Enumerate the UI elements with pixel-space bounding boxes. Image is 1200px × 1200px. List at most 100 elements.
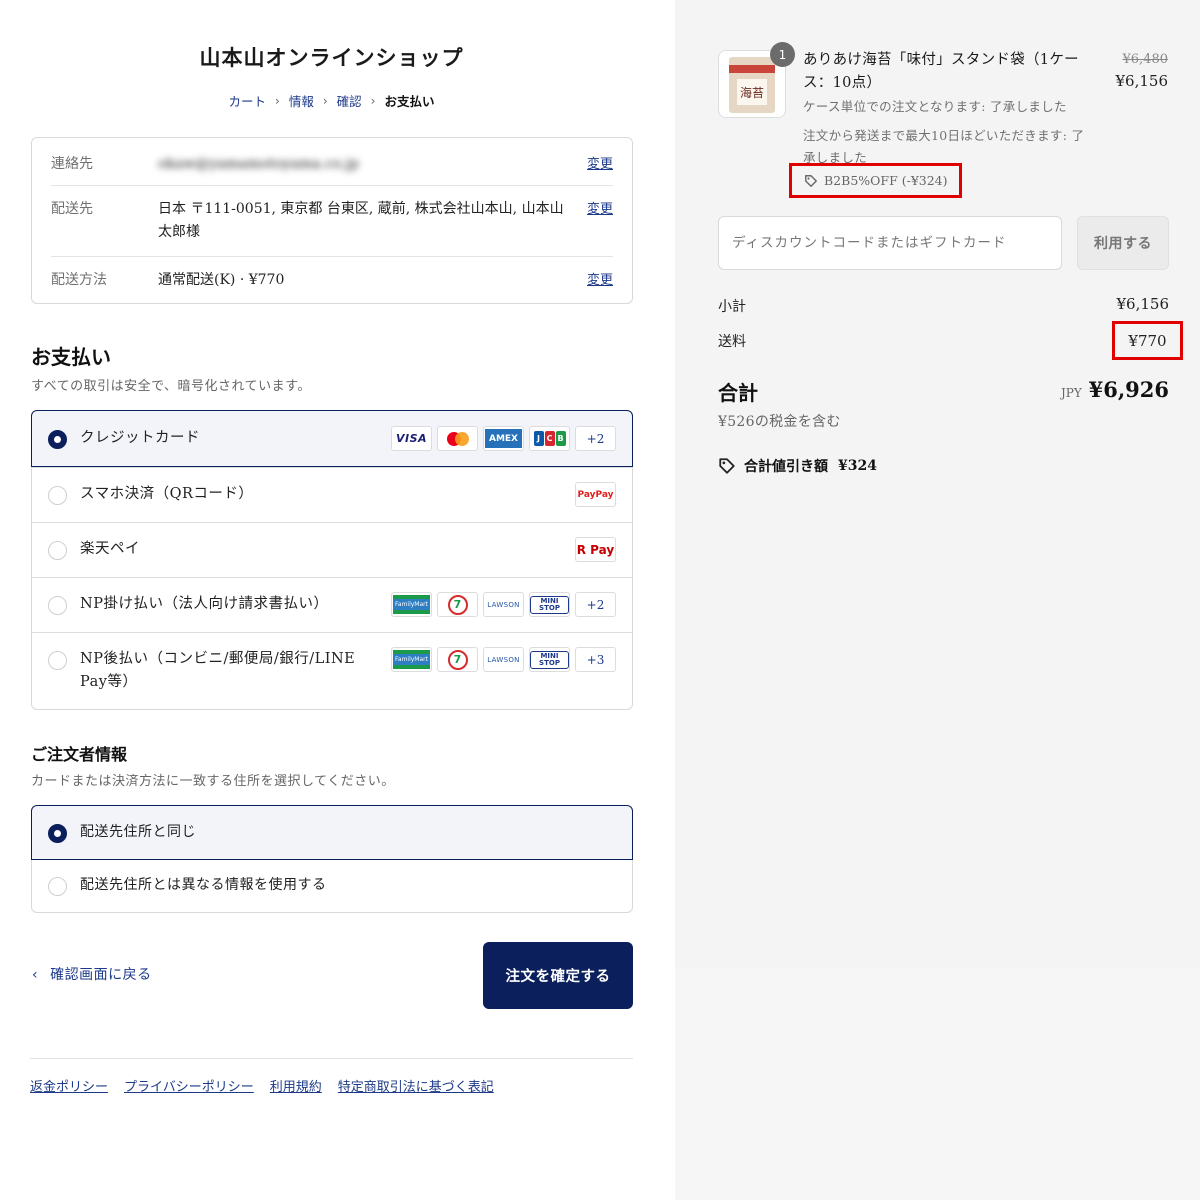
shipping-method-label: 配送方法 (51, 272, 107, 288)
payment-title: お支払い (31, 345, 111, 369)
divider (51, 256, 613, 257)
discount-code-input[interactable] (718, 216, 1062, 270)
breadcrumb-info[interactable]: 情報 (289, 91, 314, 110)
chevron-right-icon: › (370, 93, 376, 108)
rakuten-pay-icon: R Pay (575, 537, 616, 562)
tag-icon (718, 457, 736, 475)
payment-option-credit-card[interactable]: クレジットカード VISA AMEX J C B +2 (31, 410, 633, 467)
familymart-icon: FamilyMart (391, 592, 432, 617)
original-price: ¥6,480 (1122, 52, 1169, 67)
jcb-icon: J C B (529, 426, 570, 451)
payment-label: NP後払い（コンビニ/郵便局/銀行/LINE Pay等） (80, 651, 356, 690)
total-label: 合計 (718, 381, 758, 405)
shop-title: 山本山オンラインショップ (199, 45, 464, 70)
qr-badges: PayPay (575, 482, 616, 507)
total-savings: 合計値引き額 ¥324 (718, 456, 877, 476)
ministop-icon: MINI STOP (529, 592, 570, 617)
radio-np-invoice[interactable] (48, 596, 67, 615)
radio-qr[interactable] (48, 486, 67, 505)
payment-label: スマホ決済（QRコード） (80, 486, 254, 502)
convenience-store-badges: FamilyMart 7 LAWSON MINI STOP +2 (391, 592, 616, 617)
payment-options: クレジットカード VISA AMEX J C B +2 スマホ決済（QRコード）… (31, 410, 633, 710)
radio-different-address[interactable] (48, 877, 67, 896)
shipping-value: ¥770 (1112, 321, 1183, 360)
mastercard-icon (437, 426, 478, 451)
breadcrumb-payment: お支払い (384, 94, 435, 109)
confirm-order-button[interactable]: 注文を確定する (483, 942, 633, 1009)
billing-subtitle: カードまたは決済方法に一致する住所を選択してください。 (31, 774, 395, 789)
breadcrumb: カート › 情報 › 確認 › お支払い (30, 91, 633, 110)
breadcrumb-confirm[interactable]: 確認 (337, 91, 362, 110)
seven-eleven-icon: 7 (437, 592, 478, 617)
savings-label: 合計値引き額 (744, 459, 828, 475)
radio-np-deferred[interactable] (48, 651, 67, 670)
discounted-price: ¥6,156 (1115, 72, 1169, 90)
change-address-link[interactable]: 変更 (587, 198, 613, 217)
tag-icon (804, 174, 818, 188)
shipping-address-value: 日本 〒111-0051, 東京都 台東区, 蔵前, 株式会社山本山, 山本山 … (158, 201, 564, 240)
divider (51, 185, 613, 186)
lawson-icon: LAWSON (483, 647, 524, 672)
payment-subtitle: すべての取引は安全で、暗号化されています。 (31, 379, 311, 394)
billing-option-label: 配送先住所とは異なる情報を使用する (80, 877, 327, 893)
order-summary-panel-bottom (675, 968, 1200, 1200)
product-image: 海苔 (729, 57, 775, 113)
contact-label: 連絡先 (51, 156, 93, 172)
amex-icon: AMEX (483, 426, 524, 451)
contact-value: okaw@yamamotoyama.co.jp (158, 156, 359, 172)
billing-address-options: 配送先住所と同じ 配送先住所とは異なる情報を使用する (31, 805, 633, 913)
rakuten-badges: R Pay (575, 537, 616, 562)
familymart-icon: FamilyMart (391, 647, 432, 672)
applied-discount-tag: B2B5%OFF (-¥324) (789, 163, 962, 198)
chevron-right-icon: › (322, 93, 328, 108)
chevron-left-icon: ‹ (32, 967, 39, 983)
terms-link[interactable]: 利用規約 (270, 1076, 322, 1095)
ministop-icon: MINI STOP (529, 647, 570, 672)
change-method-link[interactable]: 変更 (587, 269, 613, 288)
lawson-icon: LAWSON (483, 592, 524, 617)
shipping-address-label: 配送先 (51, 201, 93, 217)
more-brands-badge: +2 (575, 426, 616, 451)
convenience-store-badges: FamilyMart 7 LAWSON MINI STOP +3 (391, 647, 616, 672)
footer-links: 返金ポリシー プライバシーポリシー 利用規約 特定商取引法に基づく表記 (30, 1076, 494, 1095)
payment-label: NP掛け払い（法人向け請求書払い） (80, 596, 329, 612)
shipping-label: 送料 (718, 334, 746, 350)
tax-note: ¥526の税金を含む (718, 414, 841, 430)
billing-title: ご注文者情報 (31, 745, 128, 764)
payment-option-rakuten-pay[interactable]: 楽天ペイ R Pay (32, 522, 632, 577)
more-stores-badge: +2 (575, 592, 616, 617)
breadcrumb-cart[interactable]: カート (229, 91, 267, 110)
seven-eleven-icon: 7 (437, 647, 478, 672)
shipping-method-value: 通常配送(K) · ¥770 (158, 272, 285, 288)
savings-value: ¥324 (838, 458, 877, 474)
payment-option-qr[interactable]: スマホ決済（QRコード） PayPay (32, 467, 632, 522)
billing-same-as-shipping[interactable]: 配送先住所と同じ (31, 805, 633, 860)
visa-icon: VISA (391, 426, 432, 451)
quantity-badge: 1 (770, 42, 795, 67)
payment-option-np-invoice[interactable]: NP掛け払い（法人向け請求書払い） FamilyMart 7 LAWSON MI… (32, 577, 632, 632)
paypay-icon: PayPay (575, 482, 616, 507)
payment-option-np-deferred[interactable]: NP後払い（コンビニ/郵便局/銀行/LINE Pay等） FamilyMart … (32, 632, 632, 710)
card-brand-badges: VISA AMEX J C B +2 (391, 426, 616, 451)
payment-label: 楽天ペイ (80, 541, 140, 557)
billing-option-label: 配送先住所と同じ (80, 824, 196, 840)
product-name: ありあけ海苔「味付」スタンド袋（1ケース：10点） (803, 52, 1079, 91)
refund-policy-link[interactable]: 返金ポリシー (30, 1076, 108, 1095)
back-to-confirm-link[interactable]: ‹ 確認画面に戻る (32, 964, 152, 984)
commerce-law-link[interactable]: 特定商取引法に基づく表記 (338, 1076, 494, 1095)
billing-different-address[interactable]: 配送先住所とは異なる情報を使用する (32, 860, 632, 913)
radio-same-address[interactable] (48, 824, 67, 843)
privacy-policy-link[interactable]: プライバシーポリシー (124, 1076, 254, 1095)
apply-discount-button[interactable]: 利用する (1077, 216, 1169, 270)
subtotal-value: ¥6,156 (1116, 295, 1170, 313)
change-contact-link[interactable]: 変更 (587, 153, 613, 172)
radio-rakuten-pay[interactable] (48, 541, 67, 560)
product-note: ケース単位での注文となります: 了承しました (803, 99, 1067, 114)
payment-label: クレジットカード (80, 430, 200, 446)
radio-credit-card[interactable] (48, 430, 67, 449)
footer-divider (30, 1058, 633, 1059)
subtotal-label: 小計 (718, 299, 746, 315)
total-value: ¥6,926 (1088, 377, 1169, 402)
more-stores-badge: +3 (575, 647, 616, 672)
total-currency: JPY (1061, 386, 1082, 400)
